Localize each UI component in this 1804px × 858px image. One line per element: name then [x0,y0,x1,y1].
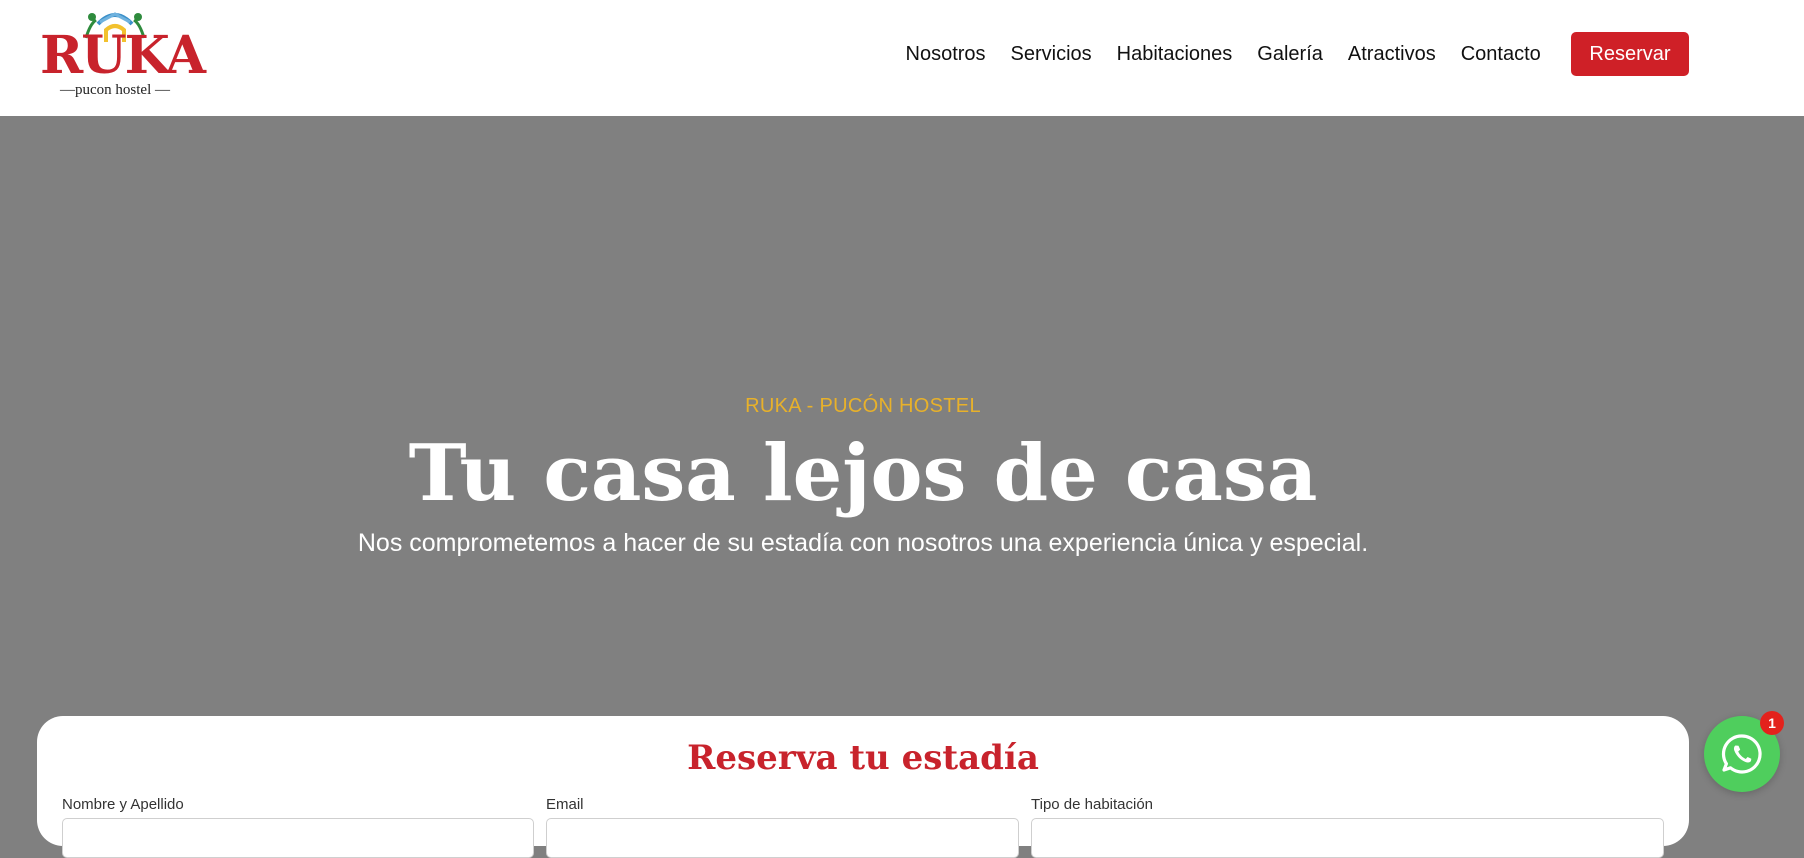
booking-form-card: Reserva tu estadía Nombre y Apellido Ema… [37,716,1689,858]
logo-tagline: —pucon hostel — [60,82,170,98]
email-input[interactable] [546,818,1019,858]
site-header: RUKA —pucon hostel — Nosotros Servicios … [0,0,1804,116]
main-nav: Nosotros Servicios Habitaciones Galería … [893,32,1553,76]
name-field-label: Nombre y Apellido [62,796,184,813]
booking-title: Reserva tu estadía [687,738,1039,778]
nav-link-nosotros[interactable]: Nosotros [893,32,998,76]
hero-tagline: RUKA - PUCÓN HOSTEL [745,395,981,417]
email-field-label: Email [546,796,584,813]
whatsapp-notification-badge: 1 [1760,711,1784,735]
ruka-logo[interactable]: RUKA —pucon hostel — [40,8,206,100]
nav-link-servicios[interactable]: Servicios [998,32,1104,76]
logo-wordmark: RUKA [40,25,206,86]
room-type-field-group: Tipo de habitación [1031,795,1664,858]
room-type-select[interactable] [1031,818,1664,858]
nav-link-habitaciones[interactable]: Habitaciones [1104,32,1245,76]
hero-title: Tu casa lejos de casa [408,428,1318,519]
nav-link-galeria[interactable]: Galería [1245,32,1336,76]
nav-link-contacto[interactable]: Contacto [1448,32,1553,76]
name-field-group: Nombre y Apellido [62,795,534,858]
hero-subtitle: Nos comprometemos a hacer de su estadía … [357,529,1369,557]
email-field-group: Email [546,795,1019,858]
nav-link-atractivos[interactable]: Atractivos [1335,32,1448,76]
whatsapp-icon [1721,734,1762,774]
room-type-field-label: Tipo de habitación [1031,796,1154,813]
reserve-button[interactable]: Reservar [1571,32,1689,76]
name-input[interactable] [62,818,534,858]
